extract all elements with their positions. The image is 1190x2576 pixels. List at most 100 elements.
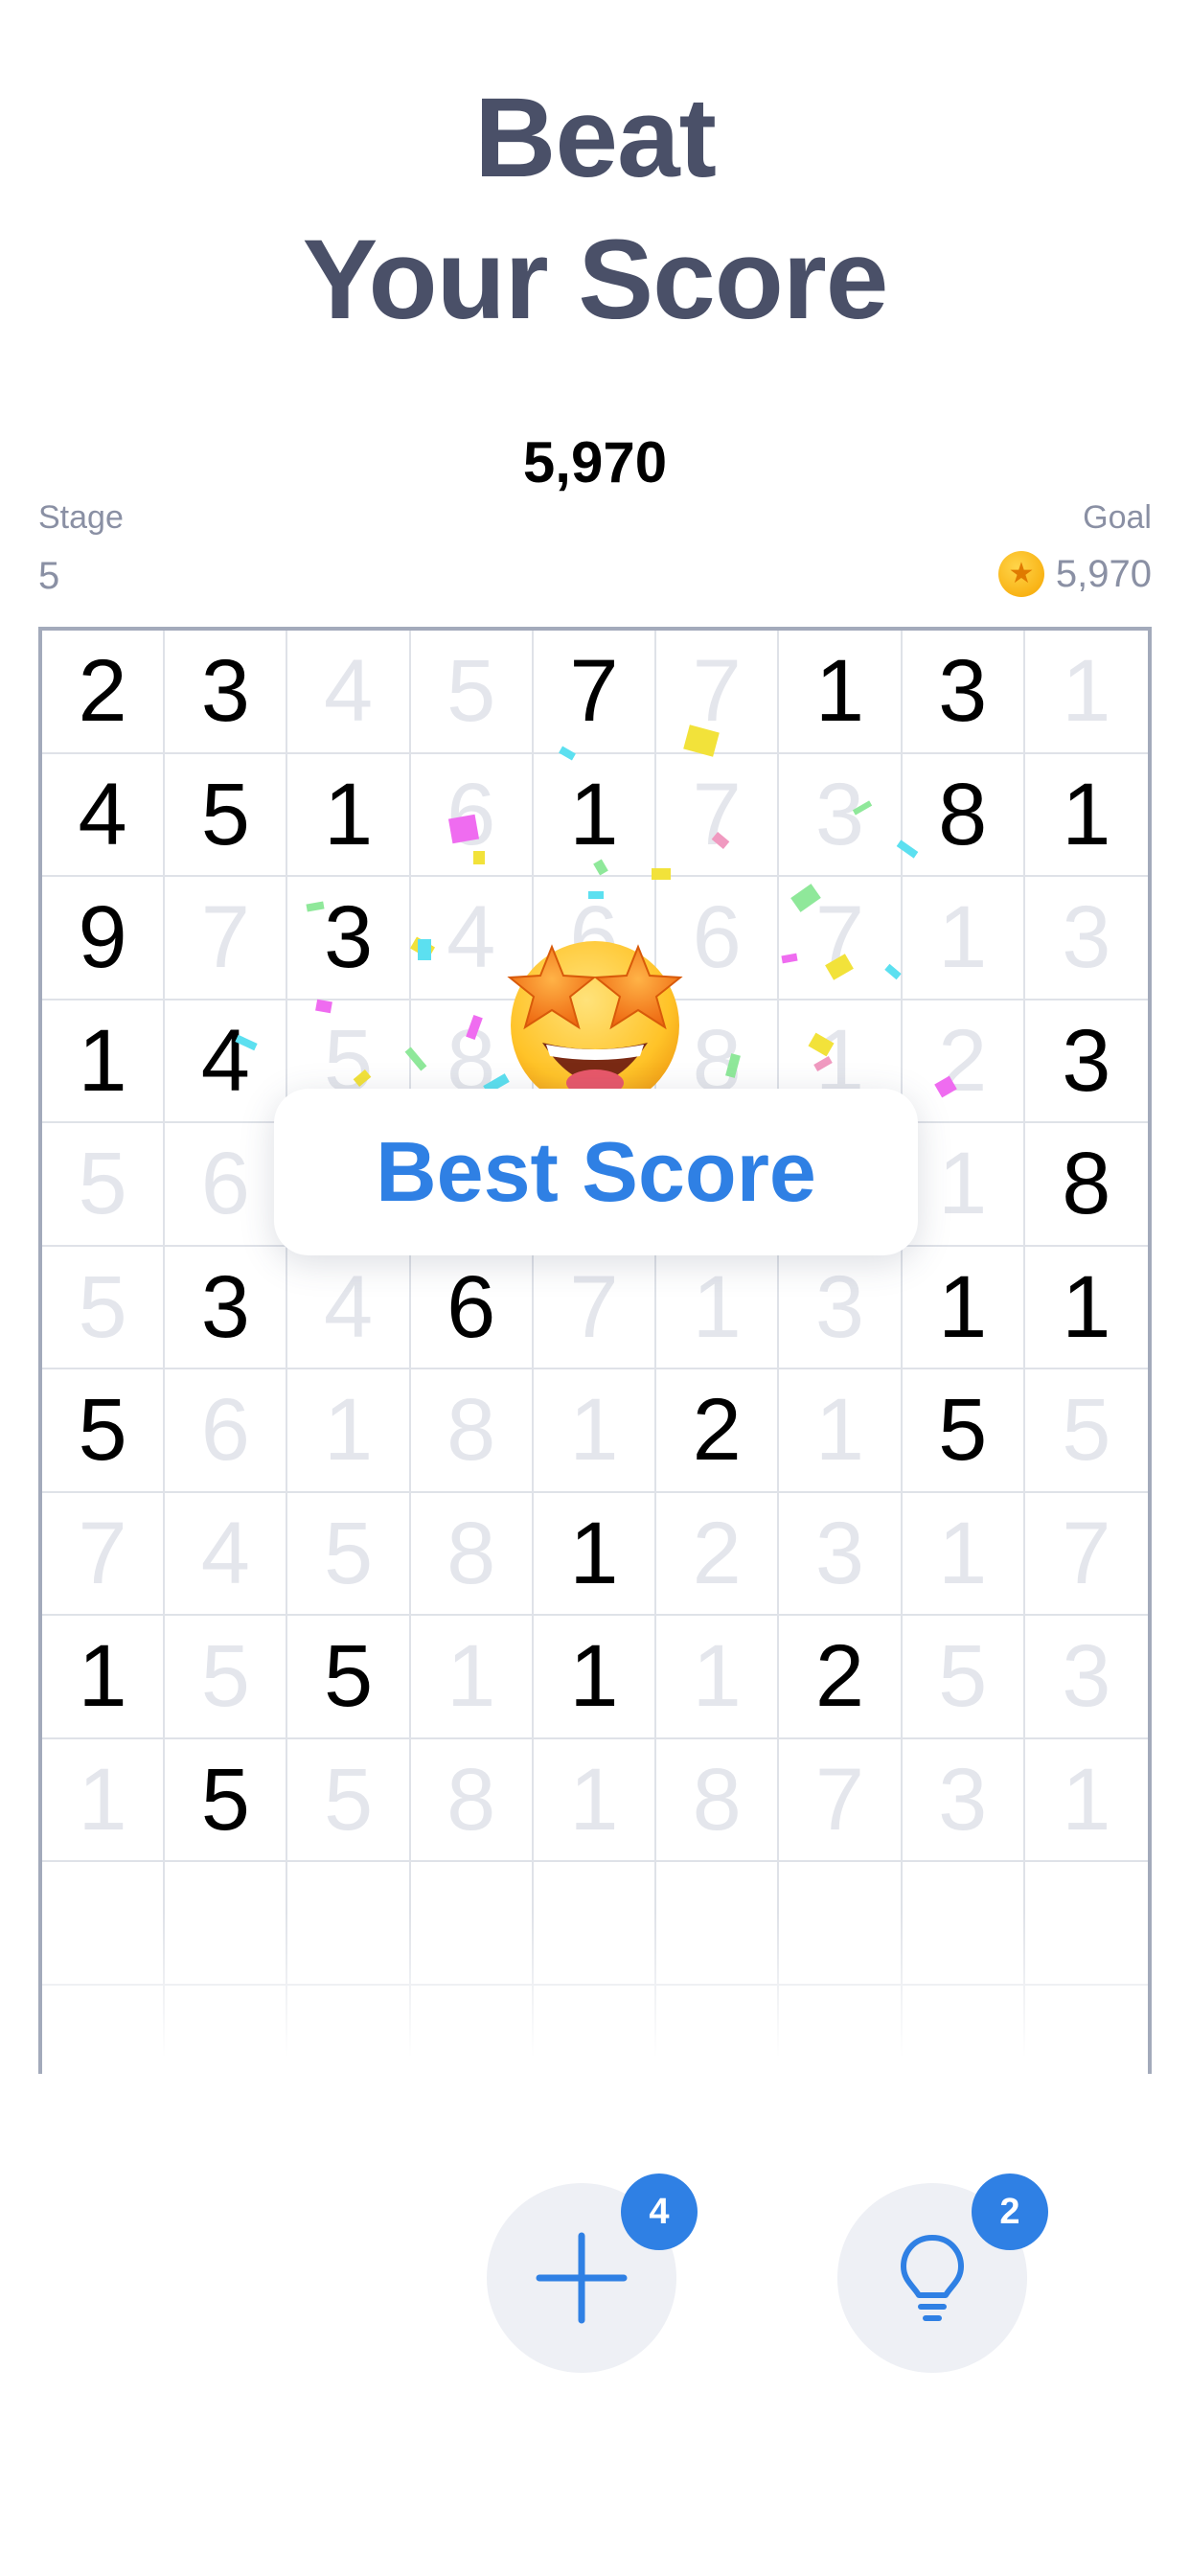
best-score-text: Best Score [376,1124,816,1219]
grid-cell[interactable]: 1 [902,877,1025,1000]
hint-count-badge: 2 [972,2174,1048,2250]
grid-cell[interactable]: 2 [656,1369,780,1493]
grid-cell[interactable]: 5 [42,1246,166,1369]
grid-cell[interactable]: 3 [779,753,903,877]
grid-cell[interactable]: 1 [533,753,657,877]
grid-cell[interactable]: 7 [1024,1493,1148,1616]
grid-cell[interactable]: 2 [902,1000,1025,1123]
plus-icon [536,2232,628,2324]
grid-cell[interactable]: 1 [287,753,411,877]
grid-cell[interactable]: 8 [902,753,1025,877]
grid-cell[interactable]: 1 [42,1000,166,1123]
grid-cell[interactable]: 1 [533,1369,657,1493]
grid-cell[interactable]: 7 [165,877,288,1000]
grid-cell[interactable]: 4 [165,1000,288,1123]
grid-cell[interactable]: 8 [1024,1123,1148,1247]
board-fade [42,1911,1148,2074]
grid-cell[interactable]: 7 [42,1492,166,1616]
grid-cell[interactable]: 1 [902,1492,1025,1616]
grid-cell[interactable]: 1 [42,1738,166,1862]
grid-cell[interactable]: 1 [1024,1247,1148,1369]
grid-cell[interactable]: 8 [656,1738,780,1862]
grid-cell[interactable]: 1 [1024,1739,1148,1862]
grid-cell[interactable]: 3 [779,1246,903,1369]
grid-cell[interactable]: 1 [287,1369,411,1493]
grid-cell[interactable]: 1 [902,1246,1025,1369]
star-coin-icon: ★ [997,551,1044,597]
confetti-piece [588,891,604,899]
grid-cell[interactable]: 5 [287,1616,411,1739]
grid-cell[interactable]: 3 [165,1246,288,1369]
grid-cell[interactable]: 4 [42,753,166,877]
grid-cell[interactable]: 1 [656,1616,780,1739]
grid-cell[interactable]: 1 [533,1738,657,1862]
grid-cell[interactable]: 5 [165,1738,288,1862]
grid-cell[interactable]: 5 [165,753,288,877]
confetti-piece [418,939,431,960]
grid-cell[interactable]: 8 [410,1369,534,1493]
grid-cell[interactable]: 6 [165,1123,288,1247]
stage-label: Stage [38,499,124,536]
grid-cell[interactable]: 1 [533,1492,657,1616]
confetti-piece [447,814,480,844]
confetti-piece [315,999,332,1014]
game-board: 2345771314516173819734667131458812356185… [38,627,1152,2074]
grid-cell[interactable]: 1 [1024,631,1148,754]
grid-cell[interactable]: 4 [287,1246,411,1369]
grid-cell[interactable]: 2 [779,1616,903,1739]
goal-value-group: ★ 5,970 [997,549,1152,599]
grid-cell[interactable]: 8 [410,1492,534,1616]
grid-cell[interactable]: 5 [902,1369,1025,1493]
grid-cell[interactable]: 3 [165,631,288,754]
grid-cell[interactable]: 1 [779,631,903,754]
confetti-piece [652,868,671,880]
headline: Beat Your Score [0,67,1190,351]
grid-cell[interactable]: 5 [902,1616,1025,1739]
grid-cell[interactable]: 1 [42,1616,166,1739]
grid-cell[interactable]: 3 [902,631,1025,754]
grid-cell[interactable]: 1 [779,1369,903,1493]
lightbulb-icon [901,2235,964,2321]
grid-cell[interactable]: 5 [410,631,534,754]
grid-cell[interactable]: 3 [287,877,411,1000]
grid-cell[interactable]: 3 [1024,877,1148,1000]
current-score: 5,970 [522,430,668,494]
grid-cell[interactable]: 5 [165,1616,288,1739]
headline-line-2: Your Score [302,217,889,343]
grid-cell[interactable]: 1 [410,1616,534,1739]
headline-line-1: Beat [474,75,717,201]
grid-cell[interactable]: 3 [1024,1000,1148,1123]
grid-cell[interactable]: 5 [1024,1369,1148,1493]
best-score-popup: Best Score [274,1089,918,1255]
grid-cell[interactable]: 2 [42,631,166,754]
grid-cell[interactable]: 8 [410,1738,534,1862]
grid-cell[interactable]: 1 [1024,754,1148,877]
goal-label: Goal [1083,499,1152,536]
grid-cell[interactable]: 2 [656,1492,780,1616]
grid-cell[interactable]: 5 [287,1738,411,1862]
confetti-piece [473,851,485,864]
grid-cell[interactable]: 4 [287,631,411,754]
grid-cell[interactable]: 5 [42,1369,166,1493]
grid-cell[interactable]: 7 [779,1738,903,1862]
grid-cell[interactable]: 1 [902,1123,1025,1247]
grid-cell[interactable]: 9 [42,877,166,1000]
grid-cell[interactable]: 7 [533,631,657,754]
stage-value: 5 [38,555,60,597]
grid-cell[interactable]: 7 [656,753,780,877]
grid-cell[interactable]: 5 [287,1492,411,1616]
grid-cell[interactable]: 7 [533,1246,657,1369]
grid-cell[interactable]: 6 [165,1369,288,1493]
grid-cell[interactable]: 3 [1024,1616,1148,1739]
number-grid: 2345771314516173819734667131458812356185… [42,631,1148,2074]
grid-cell[interactable]: 1 [533,1616,657,1739]
grid-cell[interactable]: 6 [410,1246,534,1369]
goal-value: 5,970 [1055,552,1152,595]
star-struck-emoji-icon [507,941,683,1110]
grid-cell[interactable]: 3 [779,1492,903,1616]
grid-cell[interactable]: 3 [902,1738,1025,1862]
grid-cell[interactable]: 1 [656,1246,780,1369]
grid-cell[interactable]: 5 [42,1123,166,1247]
grid-cell[interactable]: 4 [165,1492,288,1616]
add-count-badge: 4 [621,2174,698,2250]
